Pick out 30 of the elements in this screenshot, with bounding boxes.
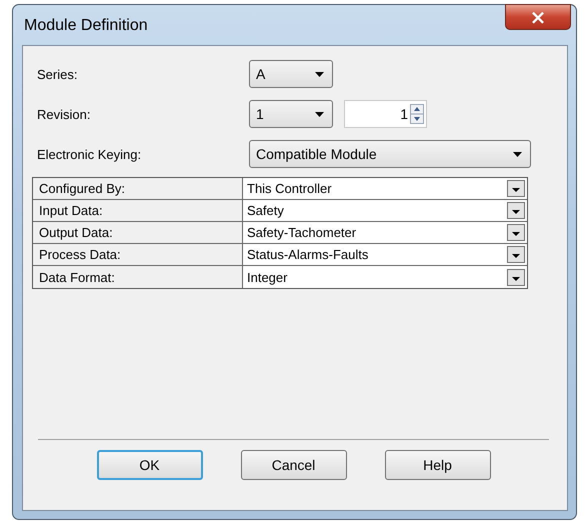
property-value: This Controller [247, 181, 332, 196]
property-value: Integer [247, 270, 288, 284]
property-value: Status-Alarms-Faults [247, 247, 368, 262]
property-label-cell: Output Data: [33, 222, 243, 244]
caret-icon [513, 152, 522, 156]
window-title: Module Definition [24, 17, 148, 35]
property-label-cell: Input Data: [33, 200, 243, 222]
property-value-cell[interactable]: Integer [243, 266, 527, 288]
close-button[interactable]: × [505, 4, 571, 30]
property-value-cell[interactable]: Safety [243, 200, 527, 222]
dialog-button[interactable]: Cancel [240, 450, 346, 480]
dropdown[interactable]: 1 [249, 100, 333, 128]
dropdown[interactable]: Compatible Module [249, 140, 531, 168]
property-value: Safety [247, 203, 284, 218]
property-value-cell[interactable]: Status-Alarms-Faults [243, 244, 527, 266]
dialog-button[interactable]: Help [384, 450, 490, 480]
property-value: Safety-Tachometer [247, 225, 356, 240]
property-value-cell[interactable]: Safety-Tachometer [243, 222, 527, 244]
property-label-cell: Process Data: [33, 244, 243, 266]
dropdown[interactable]: A [249, 60, 333, 88]
caret-icon [315, 112, 324, 116]
spinner-arrows-icon[interactable] [410, 104, 424, 124]
spin-field[interactable]: 1 [344, 100, 427, 128]
property-label-cell: Configured By: [33, 178, 243, 200]
property-value-cell[interactable]: This Controller [243, 178, 527, 200]
field-label: Electronic Keying: [36, 146, 142, 162]
field-label: Revision: [36, 106, 92, 122]
field-label: Series: [36, 66, 78, 82]
dialog-button[interactable]: OK [96, 450, 202, 480]
caret-icon [315, 72, 324, 76]
